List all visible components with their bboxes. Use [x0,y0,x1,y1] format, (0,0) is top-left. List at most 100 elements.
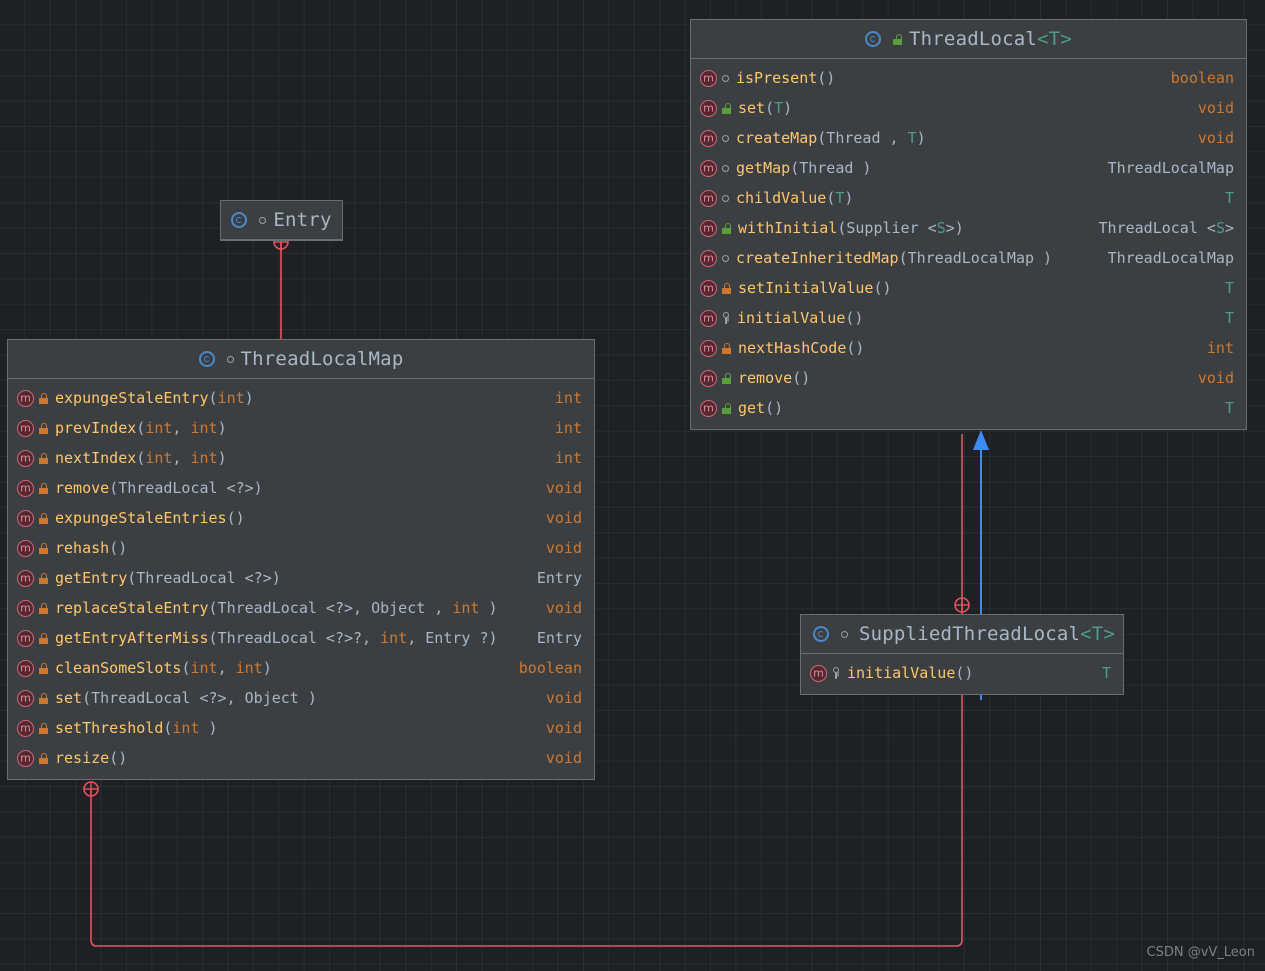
private-icon [39,602,48,614]
method-signature: () [817,69,836,87]
method-return-type: T [1224,309,1234,327]
package-private-icon [226,355,234,363]
method-signature: () [955,664,974,682]
member-row[interactable]: set(ThreadLocal <?>, Object ) void [8,683,594,713]
method-name: childValue [736,189,827,207]
package-private-icon [259,216,267,224]
method-signature: () [845,309,864,327]
method-return-type: int [1206,339,1234,357]
class-header-suppliedthreadlocal: SuppliedThreadLocal<T> [801,615,1123,654]
member-row[interactable]: createMap (Thread , T) void [691,123,1246,153]
method-signature: (int, int) [136,419,227,437]
method-return-type: T [1224,279,1234,297]
member-row[interactable]: prevIndex (int, int) int [8,413,594,443]
class-box-threadlocal[interactable]: ThreadLocal<T> isPresent ()booleanset(T)… [690,19,1247,430]
method-icon [17,719,34,737]
member-row[interactable]: childValue (T) T [691,183,1246,213]
member-list-suppliedthreadlocal: initialValue () T [801,654,1123,694]
public-icon [893,33,903,45]
member-row[interactable]: createInheritedMap (ThreadLocalMap ) Thre… [691,243,1246,273]
member-row[interactable]: setInitialValue () T [691,273,1246,303]
method-return-type: T [1101,664,1111,682]
class-icon [231,212,248,228]
public-icon [722,222,731,234]
class-box-entry[interactable]: Entry [220,200,343,241]
member-row[interactable]: getEntry (ThreadLocal <?>) Entry [8,563,594,593]
method-icon [17,509,34,527]
member-row[interactable]: withInitial (Supplier <S>) ThreadLocal <S… [691,213,1246,243]
method-signature: (ThreadLocal <?>) [127,569,281,587]
private-icon [39,422,48,434]
watermark: CSDN @vV_Leon [1146,945,1256,960]
method-icon [700,399,717,417]
class-box-suppliedthreadlocal[interactable]: SuppliedThreadLocal<T> initialValue () T [800,614,1124,695]
method-return-type: boolean [518,659,582,677]
method-signature: (ThreadLocalMap ) [898,249,1053,267]
package-private-icon [722,134,729,142]
method-name: nextHashCode [738,339,847,357]
method-name: setInitialValue [738,279,874,297]
member-row[interactable]: expungeStaleEntry (int) int [8,383,594,413]
method-signature: (int, int) [181,659,272,677]
method-name: prevIndex [55,419,137,437]
class-header-threadlocal: ThreadLocal<T> [691,20,1246,59]
method-name: replaceStaleEntry [55,599,209,617]
method-icon [17,749,34,767]
member-row[interactable]: getEntryAfterMiss (ThreadLocal <?>?, int… [8,623,594,653]
member-row[interactable]: remove (ThreadLocal <?>) void [8,473,594,503]
class-box-threadlocalmap[interactable]: ThreadLocalMap expungeStaleEntry (int) in… [7,339,595,780]
class-icon [813,626,829,642]
method-name: expungeStaleEntry [55,389,209,407]
method-name: expungeStaleEntries [55,509,227,527]
class-title: SuppliedThreadLocal<T> [859,623,1116,645]
member-row[interactable]: replaceStaleEntry (ThreadLocal <?>, Obje… [8,593,594,623]
method-name: getEntryAfterMiss [55,629,209,647]
private-icon [722,282,731,294]
method-return-type: int [554,389,582,407]
method-signature: () [873,279,892,297]
private-icon [39,692,48,704]
method-name: getMap [736,159,791,177]
member-row[interactable]: set(T) void [691,93,1246,123]
method-name: getEntry [55,569,128,587]
method-signature: (ThreadLocal <?>, Object , int ) [208,599,498,617]
method-name: cleanSomeSlots [55,659,182,677]
member-row[interactable]: setThreshold (int ) void [8,713,594,743]
member-row[interactable]: isPresent () boolean [691,63,1246,93]
method-name: createMap [736,129,818,147]
member-row[interactable]: initialValue () T [691,303,1246,333]
method-name: nextIndex [55,449,137,467]
method-signature: () [226,509,245,527]
member-row[interactable]: nextHashCode () int [691,333,1246,363]
method-signature: (ThreadLocal <?>) [109,479,263,497]
public-icon [722,402,731,414]
member-row[interactable]: resize () void [8,743,594,773]
method-return-type: void [545,479,582,497]
member-row[interactable]: get() T [691,393,1246,423]
method-name: rehash [55,539,110,557]
member-row[interactable]: rehash () void [8,533,594,563]
method-signature: (int, int) [136,449,227,467]
method-signature: () [846,339,865,357]
method-return-type: Entry [536,569,582,587]
member-row[interactable]: remove () void [691,363,1246,393]
method-icon [17,449,34,467]
member-row[interactable]: expungeStaleEntries () void [8,503,594,533]
method-return-type: int [554,449,582,467]
member-row[interactable]: nextIndex (int, int) int [8,443,594,473]
private-icon [39,512,48,524]
private-icon [39,482,48,494]
method-icon [17,389,34,407]
method-return-type: T [1224,399,1234,417]
method-return-type: void [1197,99,1234,117]
class-title: ThreadLocal<T> [909,28,1072,50]
method-icon [700,249,717,267]
method-signature: () [109,539,128,557]
method-icon [17,419,34,437]
method-return-type: void [545,749,582,767]
method-name: set [738,99,766,117]
member-row[interactable]: initialValue () T [801,658,1123,688]
member-row[interactable]: cleanSomeSlots (int, int) boolean [8,653,594,683]
method-signature: () [109,749,128,767]
member-row[interactable]: getMap (Thread ) ThreadLocalMap [691,153,1246,183]
